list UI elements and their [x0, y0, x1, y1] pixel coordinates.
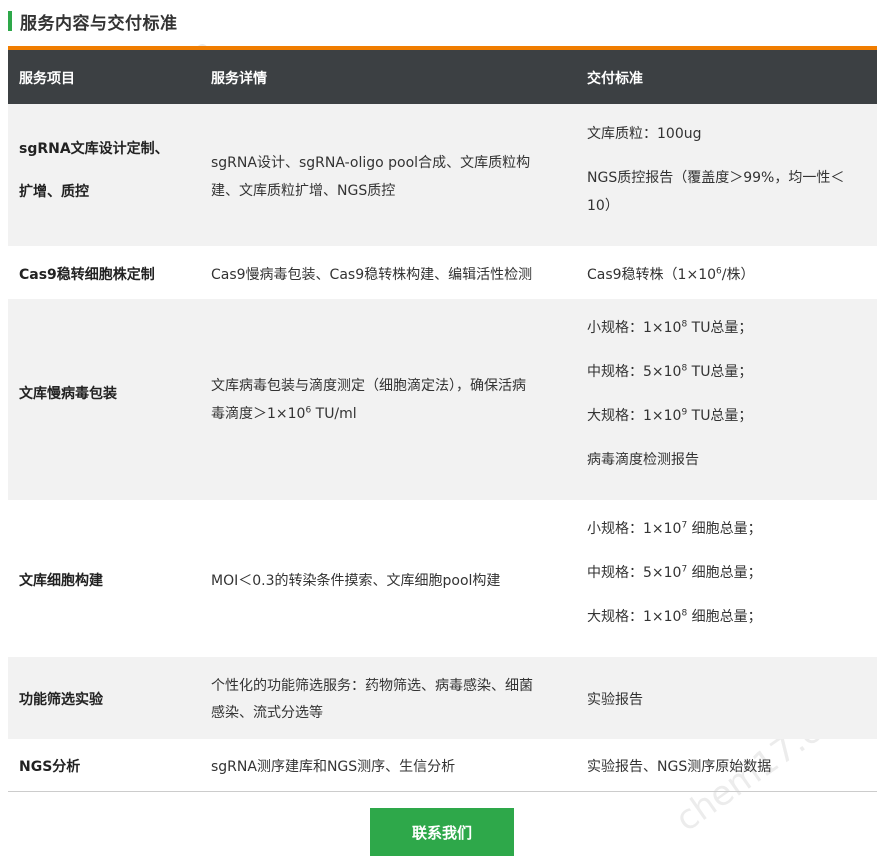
contact-us-button[interactable]: 联系我们 — [370, 808, 514, 856]
header-service-item: 服务项目 — [19, 71, 75, 87]
row-delivery-line: 实验报告 — [587, 692, 643, 708]
row-detail-line: sgRNA测序建库和NGS测序、生信分析 — [211, 759, 456, 775]
table-row: 文库细胞构建 MOI＜0.3的转染条件摸索、文库细胞pool构建 小规格：1×1… — [8, 500, 877, 657]
table-row: sgRNA文库设计定制、 扩增、质控 sgRNA设计、sgRNA-oligo p… — [8, 104, 877, 246]
table-row: NGS分析 sgRNA测序建库和NGS测序、生信分析 实验报告、NGS测序原始数… — [8, 739, 877, 791]
row-delivery-line: 10） — [587, 198, 619, 214]
row-item-line: sgRNA文库设计定制、 — [19, 141, 169, 157]
row-delivery-line: 小规格：1×107 细胞总量； — [587, 520, 762, 537]
row-item-line: Cas9稳转细胞株定制 — [19, 267, 155, 283]
row-detail-line: sgRNA设计、sgRNA-oligo pool合成、文库质粒构 — [211, 155, 531, 171]
row-detail-line: 文库病毒包装与滴度测定（细胞滴定法），确保活病 — [211, 378, 526, 394]
row-item-line: 文库慢病毒包装 — [19, 386, 117, 402]
row-delivery-line: 中规格：5×108 TU总量； — [587, 363, 753, 380]
row-delivery-line: 大规格：1×109 TU总量； — [587, 407, 753, 424]
row-delivery-line: 中规格：5×107 细胞总量； — [587, 564, 762, 581]
table-row: 文库慢病毒包装 文库病毒包装与滴度测定（细胞滴定法），确保活病 毒滴度＞1×10… — [8, 299, 877, 500]
row-delivery-line: 病毒滴度检测报告 — [587, 452, 699, 468]
row-item-line: 功能筛选实验 — [19, 692, 103, 708]
table-row: Cas9稳转细胞株定制 Cas9慢病毒包装、Cas9稳转株构建、编辑活性检测 C… — [8, 246, 877, 299]
row-item-line: NGS分析 — [19, 759, 81, 775]
row-detail-line: 个性化的功能筛选服务：药物筛选、病毒感染、细菌 — [211, 678, 533, 694]
header-delivery-standard: 交付标准 — [587, 71, 643, 87]
row-item-line: 文库细胞构建 — [19, 573, 103, 589]
table-bottom-divider — [8, 791, 877, 792]
section-header: 服务内容与交付标准 — [8, 8, 178, 34]
row-delivery-line: 文库质粒：100ug — [587, 126, 702, 142]
table-row: 功能筛选实验 个性化的功能筛选服务：药物筛选、病毒感染、细菌 感染、流式分选等 … — [8, 657, 877, 739]
row-delivery-line: 实验报告、NGS测序原始数据 — [587, 759, 772, 775]
row-detail-line: 感染、流式分选等 — [211, 705, 323, 721]
row-item-line: 扩增、质控 — [19, 184, 89, 200]
row-detail-line: MOI＜0.3的转染条件摸索、文库细胞pool构建 — [211, 573, 501, 589]
header-service-detail: 服务详情 — [211, 71, 267, 87]
row-detail-line: Cas9慢病毒包装、Cas9稳转株构建、编辑活性检测 — [211, 267, 533, 283]
row-detail-line: 建、文库质粒扩增、NGS质控 — [211, 183, 396, 199]
row-delivery-line: NGS质控报告（覆盖度＞99%，均一性＜ — [587, 170, 845, 186]
row-delivery-line: 大规格：1×108 细胞总量； — [587, 608, 762, 625]
row-delivery-line: Cas9稳转株（1×106/株） — [587, 266, 755, 283]
section-accent-bar — [8, 11, 12, 31]
section-title: 服务内容与交付标准 — [20, 13, 178, 34]
row-detail-line: 毒滴度＞1×106 TU/ml — [211, 405, 357, 422]
table-header: 服务项目 服务详情 交付标准 — [8, 50, 877, 104]
row-delivery-line: 小规格：1×108 TU总量； — [587, 319, 753, 336]
